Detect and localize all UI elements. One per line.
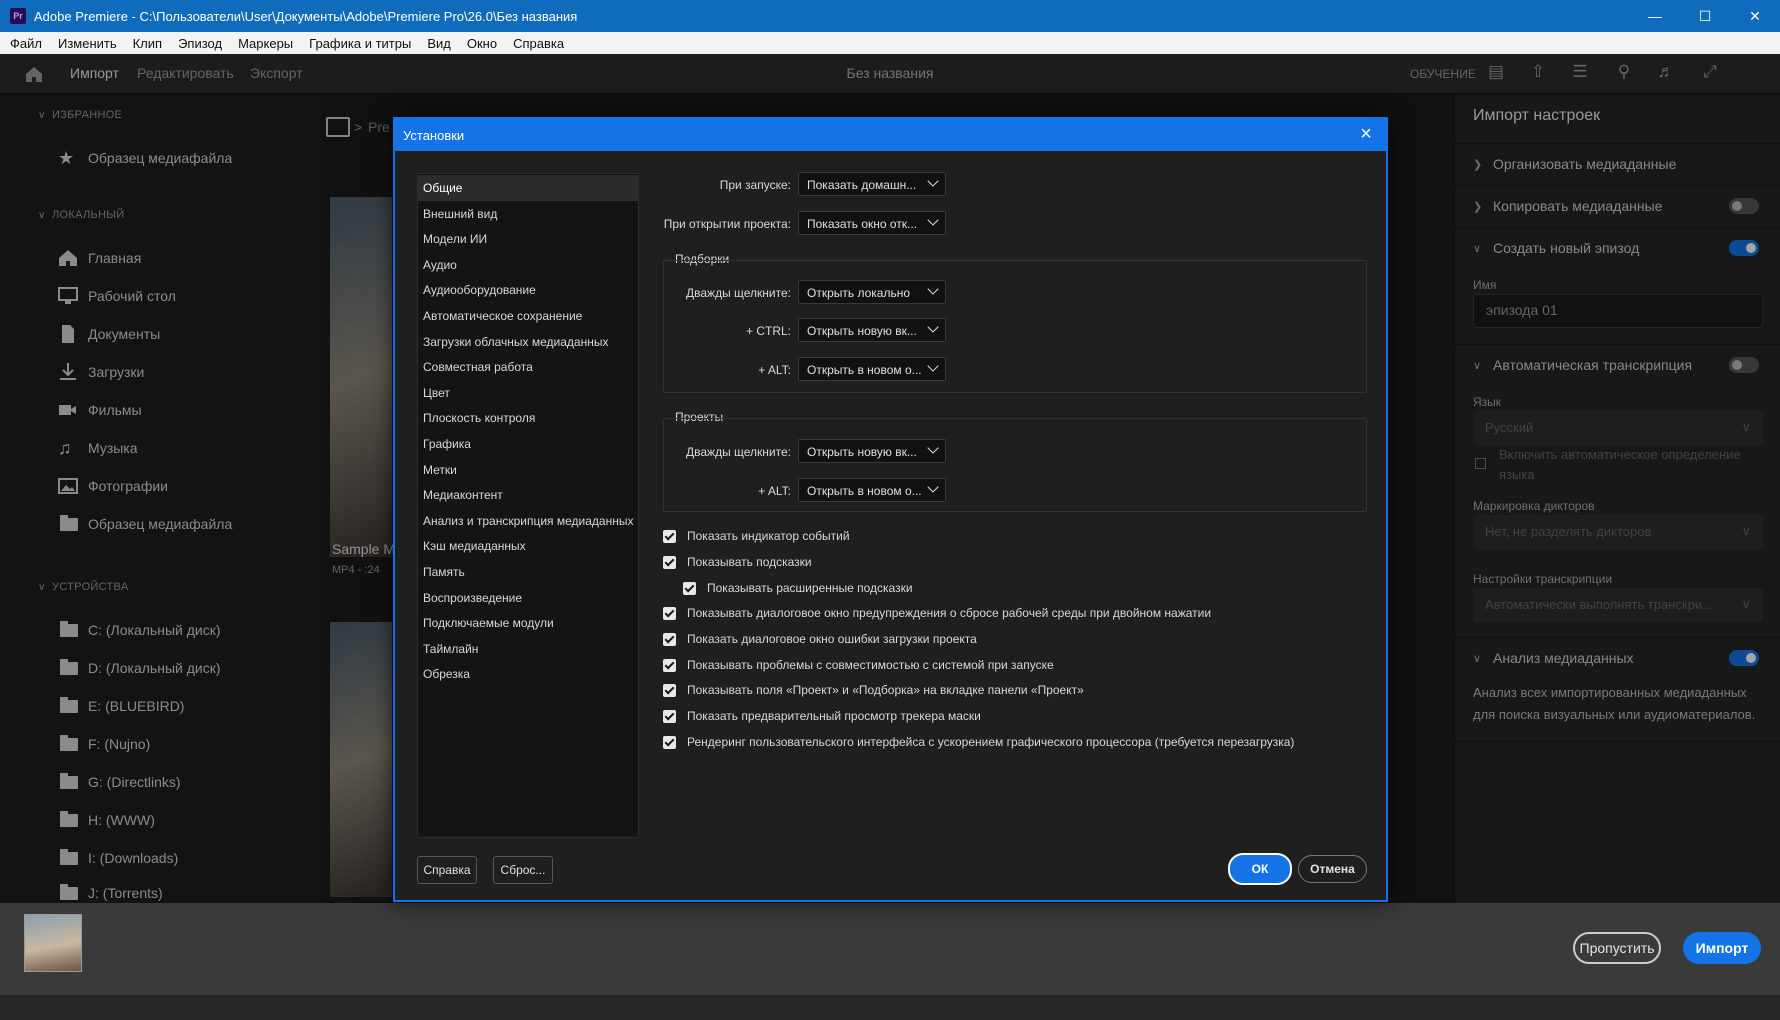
ok-button[interactable]: ОК: [1228, 853, 1292, 885]
category-item[interactable]: Кэш медиаданных: [418, 533, 638, 559]
category-item[interactable]: Метки: [418, 457, 638, 483]
projects-alt-label: + ALT:: [758, 484, 791, 498]
maximize-icon[interactable]: ☐: [1680, 0, 1730, 32]
system-compatibility-checkbox[interactable]: Показывать проблемы с совместимостью с с…: [663, 656, 1054, 674]
bins-double-click-value: Открыть локально: [807, 286, 911, 300]
checkbox-checked-icon: [663, 709, 676, 723]
status-bar: [0, 995, 1780, 1020]
on-open-label: При открытии проекта:: [663, 217, 791, 231]
close-icon[interactable]: ×: [1354, 123, 1378, 147]
show-event-indicator-checkbox[interactable]: Показать индикатор событий: [663, 527, 850, 545]
bottom-bar: Пропустить Импорт: [0, 903, 1780, 995]
menu-view[interactable]: Вид: [419, 36, 459, 51]
projects-double-click-value: Открыть новую вк...: [807, 445, 917, 459]
selected-media-thumbnail[interactable]: [24, 914, 82, 972]
category-item[interactable]: Воспроизведение: [418, 585, 638, 611]
projects-alt-dropdown[interactable]: Открыть в новом о...: [798, 478, 946, 502]
chevron-down-icon: [927, 214, 939, 226]
category-item[interactable]: Обрезка: [418, 661, 638, 687]
checkbox-checked-icon: [663, 735, 676, 749]
on-start-value: Показать домашн...: [807, 178, 917, 192]
checkbox-label: Показывать проблемы с совместимостью с с…: [687, 658, 1054, 672]
checkbox-label: Показать предварительный просмотр трекер…: [687, 709, 981, 723]
reset-button[interactable]: Сброс...: [493, 856, 553, 884]
checkbox-checked-icon: [663, 606, 676, 620]
projects-double-click-label: Дважды щелкните:: [686, 445, 791, 459]
checkbox-checked-icon: [663, 658, 676, 672]
close-window-icon[interactable]: ✕: [1730, 0, 1780, 32]
checkbox-checked-icon: [663, 632, 676, 646]
category-list: Общие Внешний вид Модели ИИ Аудио Аудиоо…: [417, 173, 639, 838]
menu-file[interactable]: Файл: [2, 36, 50, 51]
on-start-label: При запуске:: [719, 178, 791, 192]
chevron-down-icon: [927, 321, 939, 333]
bins-alt-dropdown[interactable]: Открыть в новом о...: [798, 357, 946, 381]
show-extended-tooltips-checkbox[interactable]: Показывать расширенные подсказки: [683, 579, 913, 597]
bins-ctrl-dropdown[interactable]: Открыть новую вк...: [798, 318, 946, 342]
checkbox-label: Рендеринг пользовательского интерфейса с…: [687, 735, 1295, 749]
chevron-down-icon: [927, 360, 939, 372]
bins-double-click-dropdown[interactable]: Открыть локально: [798, 280, 946, 304]
category-item[interactable]: Память: [418, 559, 638, 585]
menu-help[interactable]: Справка: [505, 36, 572, 51]
category-item[interactable]: Аудио: [418, 252, 638, 278]
on-open-dropdown[interactable]: Показать окно отк...: [798, 211, 946, 235]
checkbox-checked-icon: [663, 529, 676, 543]
mask-tracker-preview-checkbox[interactable]: Показать предварительный просмотр трекер…: [663, 707, 981, 725]
chevron-down-icon: [927, 481, 939, 493]
checkbox-checked-icon: [663, 683, 676, 697]
skip-button[interactable]: Пропустить: [1573, 932, 1661, 964]
gpu-ui-rendering-checkbox[interactable]: Рендеринг пользовательского интерфейса с…: [663, 733, 1294, 751]
chevron-down-icon: [927, 442, 939, 454]
category-item[interactable]: Цвет: [418, 380, 638, 406]
title-bar: Pr Adobe Premiere - C:\Пользователи\User…: [0, 0, 1780, 32]
project-bin-fields-checkbox[interactable]: Показывать поля «Проект» и «Подборка» на…: [663, 681, 1084, 699]
checkbox-label: Показывать диалоговое окно предупреждени…: [687, 606, 1212, 620]
dialog-title: Установки: [395, 119, 1386, 151]
checkbox-label: Показывать расширенные подсказки: [707, 581, 913, 595]
premiere-logo-icon: Pr: [10, 8, 26, 24]
checkbox-label: Показывать подсказки: [687, 555, 812, 569]
chevron-down-icon: [927, 283, 939, 295]
help-button[interactable]: Справка: [417, 856, 477, 884]
menu-markers[interactable]: Маркеры: [230, 36, 301, 51]
show-tooltips-checkbox[interactable]: Показывать подсказки: [663, 553, 812, 571]
preferences-dialog: Установки × Общие Внешний вид Модели ИИ …: [393, 117, 1388, 902]
checkbox-label: Показать индикатор событий: [687, 529, 850, 543]
workspace-reset-warning-checkbox[interactable]: Показывать диалоговое окно предупреждени…: [663, 604, 1211, 622]
cancel-button[interactable]: Отмена: [1298, 855, 1367, 883]
menu-sequence[interactable]: Эпизод: [170, 36, 230, 51]
on-open-value: Показать окно отк...: [807, 217, 918, 231]
category-item[interactable]: Таймлайн: [418, 636, 638, 662]
menu-graphics[interactable]: Графика и титры: [301, 36, 419, 51]
checkbox-label: Показывать поля «Проект» и «Подборка» на…: [687, 683, 1084, 697]
menu-bar: Файл Изменить Клип Эпизод Маркеры График…: [0, 32, 1780, 54]
minimize-icon[interactable]: —: [1630, 0, 1680, 32]
bins-ctrl-value: Открыть новую вк...: [807, 324, 917, 338]
category-item[interactable]: Плоскость контроля: [418, 405, 638, 431]
checkbox-label: Показать диалоговое окно ошибки загрузки…: [687, 632, 977, 646]
import-button[interactable]: Импорт: [1683, 932, 1761, 964]
checkbox-checked-icon: [683, 581, 696, 595]
menu-window[interactable]: Окно: [459, 36, 505, 51]
bins-alt-value: Открыть в новом о...: [807, 363, 922, 377]
menu-edit[interactable]: Изменить: [50, 36, 125, 51]
projects-double-click-dropdown[interactable]: Открыть новую вк...: [798, 439, 946, 463]
bins-ctrl-label: + CTRL:: [745, 324, 791, 338]
on-start-dropdown[interactable]: Показать домашн...: [798, 172, 946, 196]
bins-alt-label: + ALT:: [758, 363, 791, 377]
chevron-down-icon: [927, 175, 939, 187]
project-load-error-checkbox[interactable]: Показать диалоговое окно ошибки загрузки…: [663, 630, 977, 648]
projects-alt-value: Открыть в новом о...: [807, 484, 922, 498]
bins-double-click-label: Дважды щелкните:: [686, 286, 791, 300]
menu-clip[interactable]: Клип: [125, 36, 170, 51]
checkbox-checked-icon: [663, 555, 676, 569]
category-item[interactable]: Подключаемые модули: [418, 610, 638, 636]
window-title: Adobe Premiere - C:\Пользователи\User\До…: [34, 8, 578, 24]
category-item[interactable]: Анализ и транскрипция медиаданных: [418, 508, 638, 534]
